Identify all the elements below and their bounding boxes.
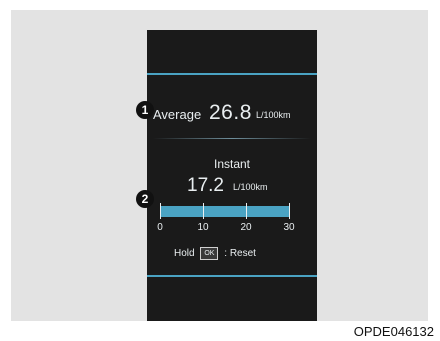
gauge-tick-0 [160, 203, 161, 219]
instant-value: 17.2 [187, 175, 224, 196]
average-value: 26.8 [209, 101, 252, 124]
average-unit: L/100km [256, 110, 291, 120]
gauge-tick-label-20: 20 [240, 222, 252, 233]
callout-marker-2: 2 [136, 190, 154, 208]
reset-hint: Hold OK : Reset [174, 247, 256, 260]
instant-label: Instant [213, 157, 251, 171]
cluster-display: Average 26.8 L/100km Instant 17.2 L/100k… [147, 30, 317, 321]
callout-marker-1: 1 [136, 101, 154, 119]
ok-key-icon: OK [200, 247, 219, 260]
divider [153, 138, 311, 139]
gauge-tick-label-0: 0 [157, 222, 163, 233]
gauge-tick-10 [203, 203, 204, 219]
top-accent-line [147, 73, 317, 75]
instant-unit: L/100km [233, 182, 268, 192]
gauge-tick-30 [289, 203, 290, 219]
figure-code: OPDE046132 [353, 324, 434, 339]
average-label: Average [153, 107, 202, 122]
gauge-tick-label-10: 10 [197, 222, 209, 233]
gauge-tick-20 [246, 203, 247, 219]
hold-label: Hold [174, 248, 195, 259]
reset-label: : Reset [224, 248, 256, 259]
instant-gauge-bar [160, 206, 290, 217]
instant-gauge-fill [160, 206, 290, 217]
average-fuel-economy: Average 26.8 L/100km [153, 101, 317, 125]
gauge-tick-label-30: 30 [283, 222, 295, 233]
bottom-accent-line [147, 275, 317, 277]
